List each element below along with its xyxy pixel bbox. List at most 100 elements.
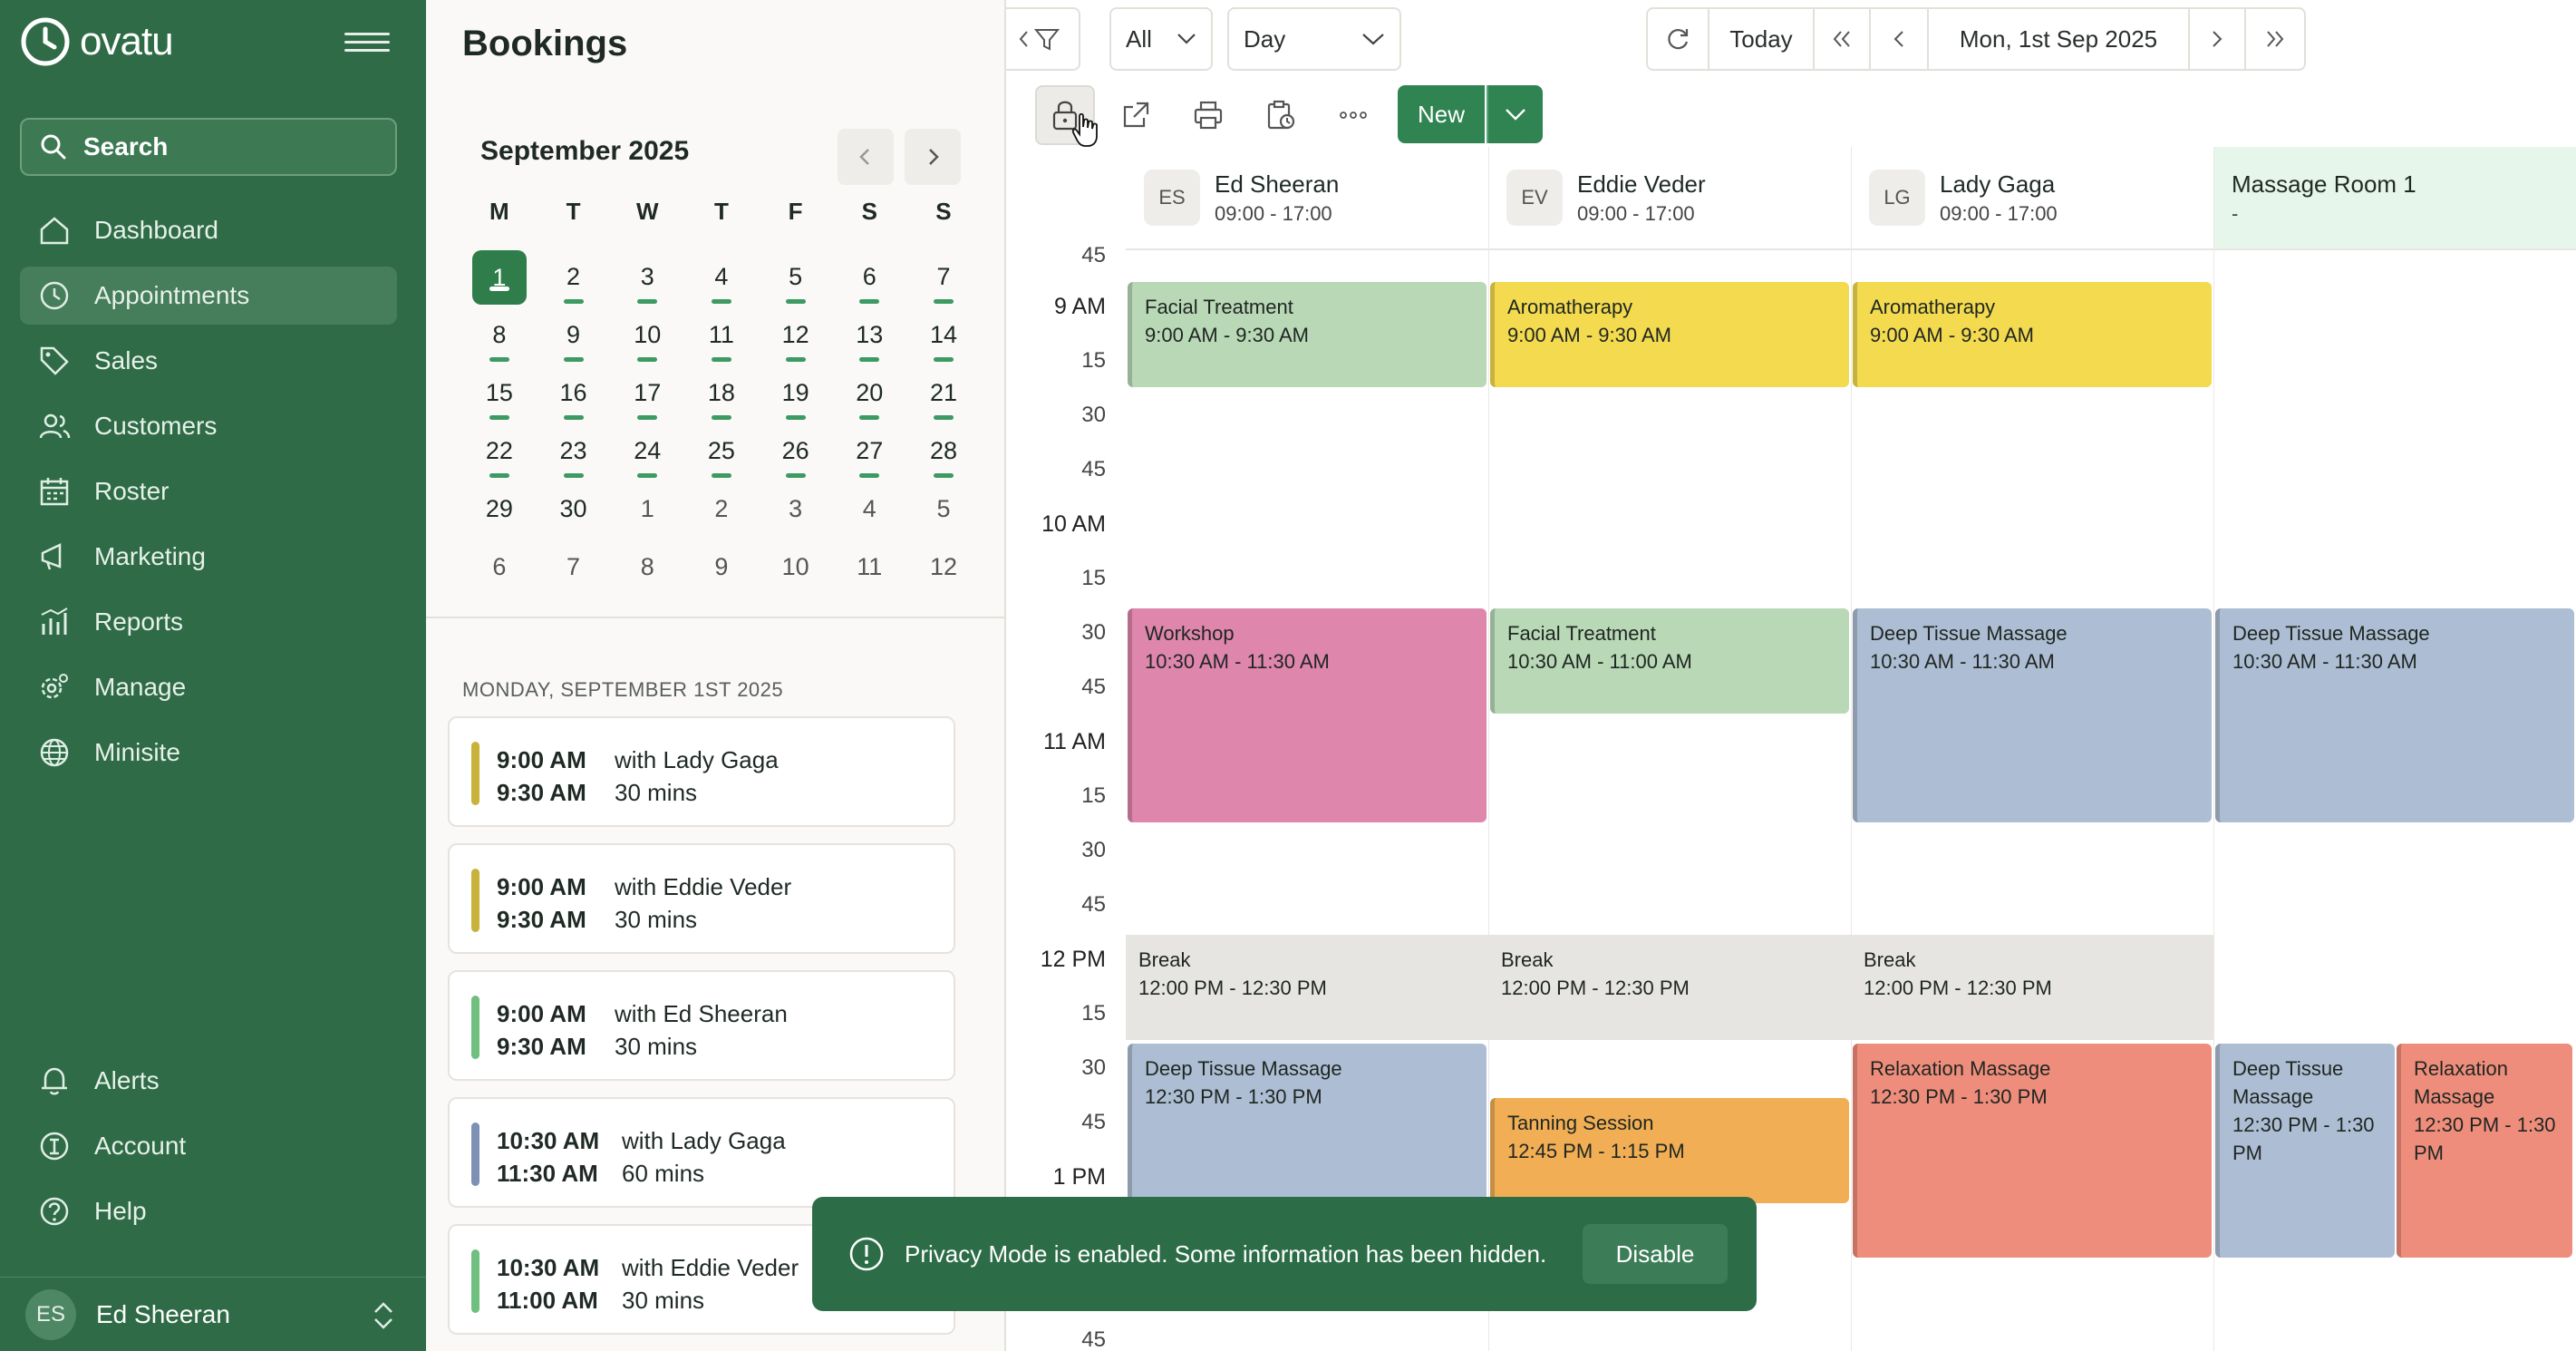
sidebar-item-help[interactable]: Help [20, 1182, 397, 1240]
calendar-day[interactable]: 3 [610, 248, 684, 306]
appointment-event[interactable]: Tanning Session 12:45 PM - 1:15 PM [1490, 1098, 1849, 1203]
calendar-day[interactable]: 21 [906, 364, 981, 423]
sidebar-item-sales[interactable]: Sales [20, 332, 397, 390]
appointment-event[interactable]: Facial Treatment 10:30 AM - 11:00 AM [1490, 608, 1849, 714]
next-week-button[interactable] [2244, 7, 2306, 71]
calendar-day[interactable]: 4 [832, 481, 906, 539]
appointment-event[interactable]: Relaxation Massage 12:30 PM - 1:30 PM [1853, 1044, 2212, 1258]
menu-toggle-icon[interactable] [344, 27, 390, 60]
sidebar-item-appointments[interactable]: Appointments [20, 267, 397, 325]
appointment-event[interactable]: Workshop 10:30 AM - 11:30 AM [1128, 608, 1487, 822]
calendar-day[interactable]: 11 [832, 539, 906, 597]
sidebar-item-account[interactable]: Account [20, 1117, 397, 1175]
share-button[interactable] [1106, 85, 1166, 145]
calendar-day[interactable]: 11 [684, 306, 759, 364]
calendar-day[interactable]: 23 [537, 423, 611, 481]
appointment-card[interactable]: 9:00 AM 9:30 AM with Eddie Veder 30 mins [448, 843, 955, 954]
staff-column-header[interactable]: EV Eddie Veder 09:00 - 17:00 [1488, 147, 1851, 250]
calendar-day[interactable]: 10 [610, 306, 684, 364]
new-booking-button[interactable]: New [1398, 85, 1485, 143]
calendar-day[interactable]: 15 [462, 364, 537, 423]
next-day-button[interactable] [2188, 7, 2246, 71]
new-dropdown-button[interactable] [1487, 85, 1543, 143]
calendar-day[interactable]: 4 [684, 248, 759, 306]
appointment-card[interactable]: 9:00 AM 9:30 AM with Lady Gaga 30 mins [448, 716, 955, 827]
appointment-event[interactable]: Aromatherapy 9:00 AM - 9:30 AM [1490, 282, 1849, 387]
calendar-day[interactable]: 28 [906, 423, 981, 481]
print-button[interactable] [1178, 85, 1238, 145]
calendar-day[interactable]: 17 [610, 364, 684, 423]
staff-column-header[interactable]: LG Lady Gaga 09:00 - 17:00 [1851, 147, 2213, 250]
calendar-day[interactable]: 27 [832, 423, 906, 481]
appointment-event[interactable]: Facial Treatment 9:00 AM - 9:30 AM [1128, 282, 1487, 387]
calendar-day[interactable]: 8 [610, 539, 684, 597]
appointment-event[interactable]: Relaxation Massage 12:30 PM - 1:30 PM [2397, 1044, 2572, 1258]
sidebar-item-manage[interactable]: Manage [20, 658, 397, 716]
prev-week-button[interactable] [1813, 7, 1871, 71]
calendar-day[interactable]: 6 [832, 248, 906, 306]
sidebar-item-marketing[interactable]: Marketing [20, 528, 397, 586]
staff-column-header[interactable]: Massage Room 1 - [2213, 147, 2576, 250]
more-button[interactable] [1323, 85, 1383, 145]
calendar-day[interactable]: 26 [759, 423, 833, 481]
calendar-day[interactable]: 18 [684, 364, 759, 423]
disable-privacy-button[interactable]: Disable [1583, 1224, 1728, 1284]
appointment-event[interactable]: Deep Tissue Massage 10:30 AM - 11:30 AM [2215, 608, 2574, 822]
calendar-day[interactable]: 25 [684, 423, 759, 481]
calendar-day[interactable]: 12 [906, 539, 981, 597]
calendar-day[interactable]: 29 [462, 481, 537, 539]
calendar-day[interactable]: 8 [462, 306, 537, 364]
calendar-day[interactable]: 12 [759, 306, 833, 364]
calendar-day[interactable]: 1 [462, 248, 537, 306]
sidebar-item-roster[interactable]: Roster [20, 462, 397, 520]
calendar-weekday: F [788, 198, 803, 225]
calendar-day[interactable]: 24 [610, 423, 684, 481]
appointment-card[interactable]: 9:00 AM 9:30 AM with Ed Sheeran 30 mins [448, 970, 955, 1081]
sidebar-item-minisite[interactable]: Minisite [20, 724, 397, 782]
sidebar-item-reports[interactable]: Reports [20, 593, 397, 651]
calendar-day[interactable]: 6 [462, 539, 537, 597]
calendar-day[interactable]: 2 [684, 481, 759, 539]
appointment-card[interactable]: 10:30 AM 11:30 AM with Lady Gaga 60 mins [448, 1097, 955, 1208]
clipboard-button[interactable] [1251, 85, 1311, 145]
calendar-prev-button[interactable] [838, 129, 894, 185]
current-date-button[interactable]: Mon, 1st Sep 2025 [1927, 7, 2190, 71]
appointment-event[interactable]: Aromatherapy 9:00 AM - 9:30 AM [1853, 282, 2212, 387]
calendar-day[interactable]: 5 [759, 248, 833, 306]
calendar-day[interactable]: 7 [906, 248, 981, 306]
calendar-day[interactable]: 13 [832, 306, 906, 364]
calendar-day[interactable]: 22 [462, 423, 537, 481]
calendar-day[interactable]: 19 [759, 364, 833, 423]
calendar-day[interactable]: 1 [610, 481, 684, 539]
calendar-day[interactable]: 3 [759, 481, 833, 539]
sidebar-search[interactable]: Search [20, 118, 397, 176]
bookings-indicator [934, 473, 954, 478]
sidebar-item-alerts[interactable]: Alerts [20, 1052, 397, 1110]
calendar-day[interactable]: 9 [537, 306, 611, 364]
sidebar-item-dashboard[interactable]: Dashboard [20, 201, 397, 259]
calendar-day[interactable]: 20 [832, 364, 906, 423]
calendar-day[interactable]: 7 [537, 539, 611, 597]
calendar-week-row: 1 2 3 4 5 6 7 [462, 248, 981, 306]
calendar-day[interactable]: 30 [537, 481, 611, 539]
appointment-event[interactable]: Deep Tissue Massage 10:30 AM - 11:30 AM [1853, 608, 2212, 822]
today-button[interactable]: Today [1708, 7, 1815, 71]
sidebar-item-customers[interactable]: Customers [20, 397, 397, 455]
calendar-day[interactable]: 14 [906, 306, 981, 364]
calendar-day[interactable]: 2 [537, 248, 611, 306]
prev-day-button[interactable] [1869, 7, 1929, 71]
logo[interactable]: ovatu [20, 16, 174, 67]
calendar-day[interactable]: 10 [759, 539, 833, 597]
filter-select[interactable]: All [1109, 7, 1213, 71]
calendar-month: September 2025 [480, 136, 690, 166]
calendar-day[interactable]: 5 [906, 481, 981, 539]
filter-toggle-button[interactable] [1006, 7, 1080, 71]
calendar-day[interactable]: 16 [537, 364, 611, 423]
appointment-event[interactable]: Deep Tissue Massage 12:30 PM - 1:30 PM [2215, 1044, 2395, 1258]
user-menu[interactable]: ES Ed Sheeran [0, 1277, 426, 1351]
view-select[interactable]: Day [1227, 7, 1401, 71]
calendar-day[interactable]: 9 [684, 539, 759, 597]
refresh-button[interactable] [1646, 7, 1709, 71]
calendar-next-button[interactable] [905, 129, 961, 185]
staff-column-header[interactable]: ES Ed Sheeran 09:00 - 17:00 [1126, 147, 1488, 250]
